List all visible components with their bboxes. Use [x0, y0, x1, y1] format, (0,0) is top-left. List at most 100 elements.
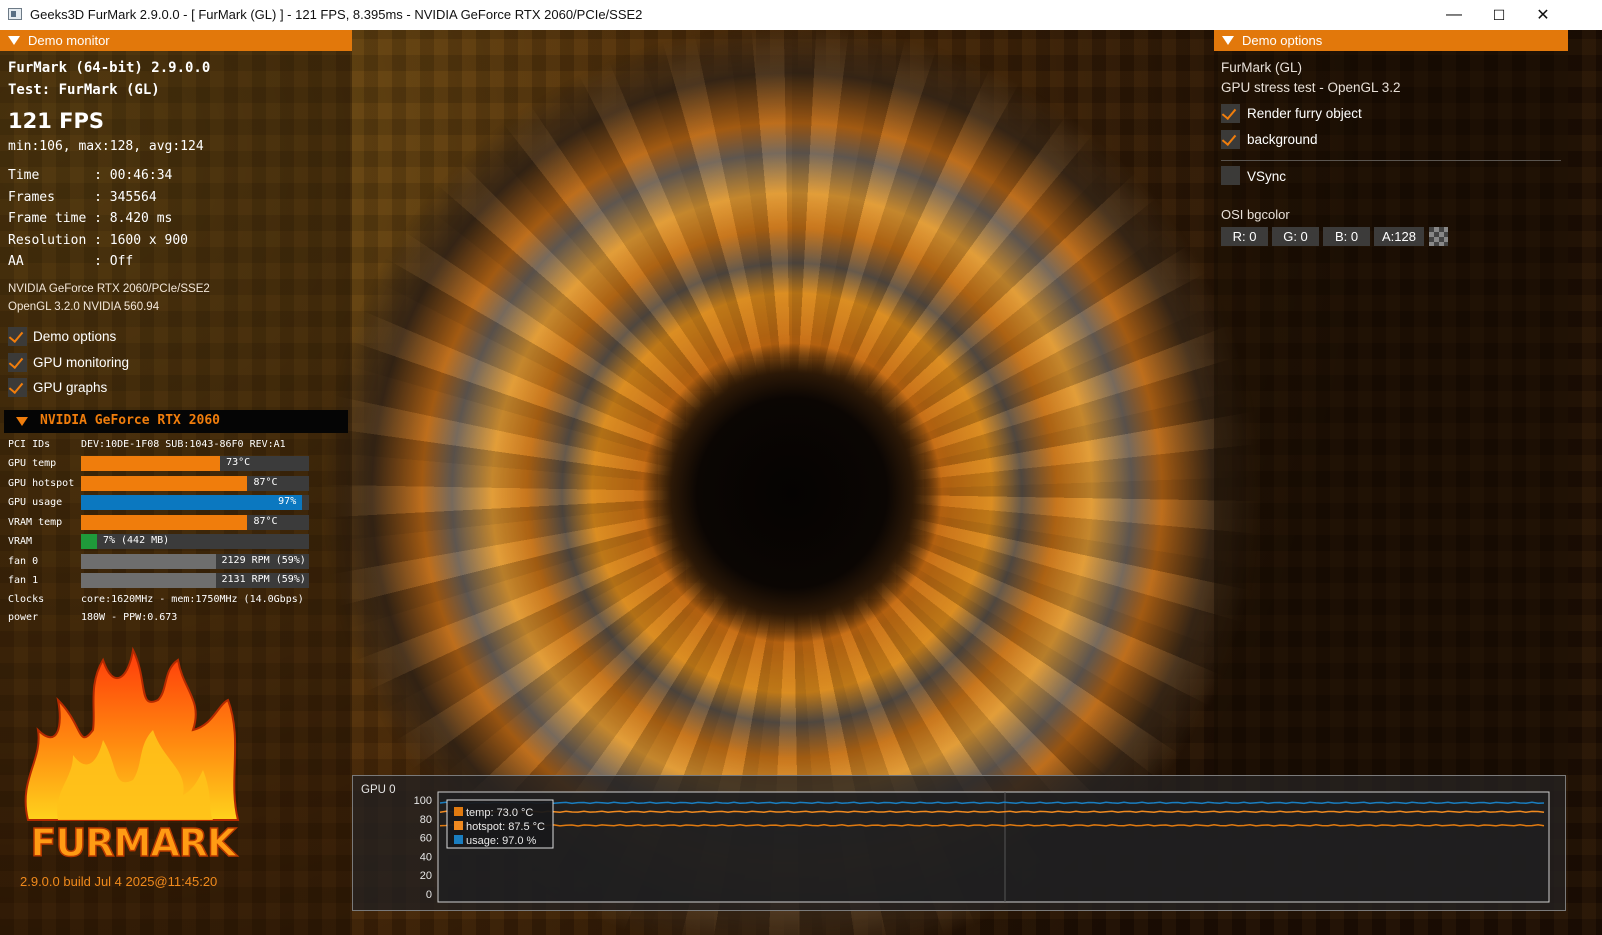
close-button[interactable]: ✕: [1520, 0, 1566, 30]
sensor-bar-fill: [81, 515, 248, 530]
app-icon: [8, 8, 22, 20]
minimize-button[interactable]: —: [1431, 0, 1477, 30]
demo-options-title: Demo options: [1242, 33, 1323, 48]
demo-options-header[interactable]: Demo options: [1214, 30, 1568, 51]
sensor-value: 97%: [278, 496, 297, 507]
sensor-bar: 87°C: [81, 515, 309, 530]
gpu-graphs-checkbox[interactable]: [8, 378, 27, 397]
vsync-label: VSync: [1247, 169, 1287, 184]
demo-options-checkbox[interactable]: [8, 327, 27, 346]
demo-options-label: Demo options: [33, 329, 117, 344]
minimize-icon: —: [1446, 6, 1462, 23]
checkmark-icon: [8, 378, 24, 395]
bgcolor-b-input[interactable]: B: 0: [1323, 227, 1370, 246]
sensor-label: VRAM: [8, 536, 33, 547]
bgcolor-r-input[interactable]: R: 0: [1221, 227, 1268, 246]
y-tick-label: 20: [420, 870, 432, 882]
sensor-label: GPU temp: [8, 458, 57, 469]
window-title: Geeks3D FurMark 2.9.0.0 - [ FurMark (GL)…: [30, 7, 643, 22]
legend-entry: hotspot: 87.5 °C: [466, 821, 545, 833]
clocks-value: core:1620MHz - mem:1750MHz (14.0Gbps): [81, 594, 304, 605]
y-tick-label: 80: [420, 814, 432, 826]
sensor-label: fan 1: [8, 575, 39, 586]
y-tick-label: 0: [426, 889, 432, 901]
power-label: power: [8, 612, 39, 623]
demo-name: FurMark (GL): [1221, 60, 1302, 75]
demo-monitor-title: Demo monitor: [28, 33, 110, 48]
sensor-value: 73°C: [226, 457, 251, 468]
sensor-bar-fill: [81, 573, 216, 588]
gpu-monitoring-checkbox[interactable]: [8, 353, 27, 372]
demo-monitor-header[interactable]: Demo monitor: [0, 30, 352, 51]
legend-swatch: [454, 821, 463, 830]
renderer-name: NVIDIA GeForce RTX 2060/PCIe/SSE2: [8, 283, 210, 295]
legend-swatch: [454, 807, 463, 816]
collapse-triangle-icon: [8, 36, 20, 45]
test-name: Test: FurMark (GL): [8, 82, 160, 98]
logo-wordmark: FURMARK: [30, 821, 238, 865]
render-furry-object-label: Render furry object: [1247, 106, 1362, 121]
bgcolor-a-input[interactable]: A:128: [1374, 227, 1424, 246]
y-tick-label: 60: [420, 833, 432, 845]
furmark-logo: FURMARK: [24, 646, 240, 866]
sensor-value: 2129 RPM (59%): [221, 555, 306, 566]
legend-entry: usage: 97.0 %: [466, 835, 537, 847]
clocks-label: Clocks: [8, 594, 45, 605]
maximize-icon: ☐: [1492, 6, 1506, 23]
sensor-label: GPU hotspot: [8, 478, 75, 489]
sensor-value: 87°C: [253, 477, 278, 488]
sensor-label: VRAM temp: [8, 517, 63, 528]
background-checkbox[interactable]: [1221, 130, 1240, 149]
sensor-label: GPU usage: [8, 497, 63, 508]
sensor-bar-fill: [81, 554, 216, 569]
sensor-bar: 2129 RPM (59%): [81, 554, 309, 569]
pci-label: PCI IDs: [8, 439, 51, 450]
fps-readout: 121 FPS: [8, 109, 105, 133]
legend-entry: temp: 73.0 °C: [466, 807, 533, 819]
build-info: 2.9.0.0 build Jul 4 2025@11:45:20: [20, 874, 218, 889]
gpu-name: NVIDIA GeForce RTX 2060: [40, 413, 221, 428]
graph-plot-area: [437, 791, 1550, 903]
checkmark-icon: [8, 327, 24, 344]
gpu-graph-svg: 100 80 60 40 20 0 temp: 73.0 °C hotspot: 87.5 °…: [414, 791, 1550, 903]
vsync-checkbox[interactable]: [1221, 166, 1240, 185]
gpu-monitoring-label: GPU monitoring: [33, 355, 130, 370]
sensor-bar: 87°C: [81, 476, 309, 491]
maximize-button[interactable]: ☐: [1476, 0, 1522, 30]
render-furry-object-checkbox[interactable]: [1221, 104, 1240, 123]
sensor-bar-fill: [81, 476, 248, 491]
close-icon: ✕: [1536, 7, 1550, 24]
checkmark-icon: [1221, 130, 1237, 147]
gpu-monitor-header[interactable]: NVIDIA GeForce RTX 2060: [4, 410, 348, 433]
opengl-version: OpenGL 3.2.0 NVIDIA 560.94: [8, 301, 160, 313]
sensor-label: fan 0: [8, 556, 39, 567]
color-swatch-button[interactable]: [1429, 227, 1448, 246]
separator: [1221, 160, 1561, 161]
app-version: FurMark (64-bit) 2.9.0.0: [8, 60, 211, 76]
stat-frames: Frames : 345564: [8, 190, 157, 205]
bgcolor-g-input[interactable]: G: 0: [1272, 227, 1319, 246]
collapse-triangle-icon: [1222, 36, 1234, 45]
sensor-bar: 2131 RPM (59%): [81, 573, 309, 588]
sensor-bar-fill: [81, 495, 303, 510]
stat-time: Time : 00:46:34: [8, 168, 173, 183]
sensor-bar: 97%: [81, 495, 309, 510]
checkmark-icon: [8, 353, 24, 370]
power-value: 180W - PPW:0.673: [81, 612, 178, 623]
sensor-value: 87°C: [253, 516, 278, 527]
series-line: [439, 801, 1545, 805]
sensor-value: 2131 RPM (59%): [221, 574, 306, 585]
sensor-bar-fill: [81, 456, 221, 471]
sensor-bar-fill: [81, 534, 97, 549]
sensor-value: 7% (442 MB): [102, 535, 170, 546]
stat-resolution: Resolution : 1600 x 900: [8, 233, 189, 248]
y-tick-label: 100: [414, 795, 432, 807]
gpu-graphs-label: GPU graphs: [33, 380, 108, 395]
osi-bgcolor-label: OSI bgcolor: [1221, 207, 1290, 222]
stat-frame-time: Frame time : 8.420 ms: [8, 211, 173, 226]
checkmark-icon: [1221, 104, 1237, 121]
collapse-triangle-icon: [16, 417, 28, 426]
pci-value: DEV:10DE-1F08 SUB:1043-86F0 REV:A1: [81, 439, 286, 450]
stat-aa: AA : Off: [8, 254, 134, 269]
sensor-bar: 73°C: [81, 456, 309, 471]
